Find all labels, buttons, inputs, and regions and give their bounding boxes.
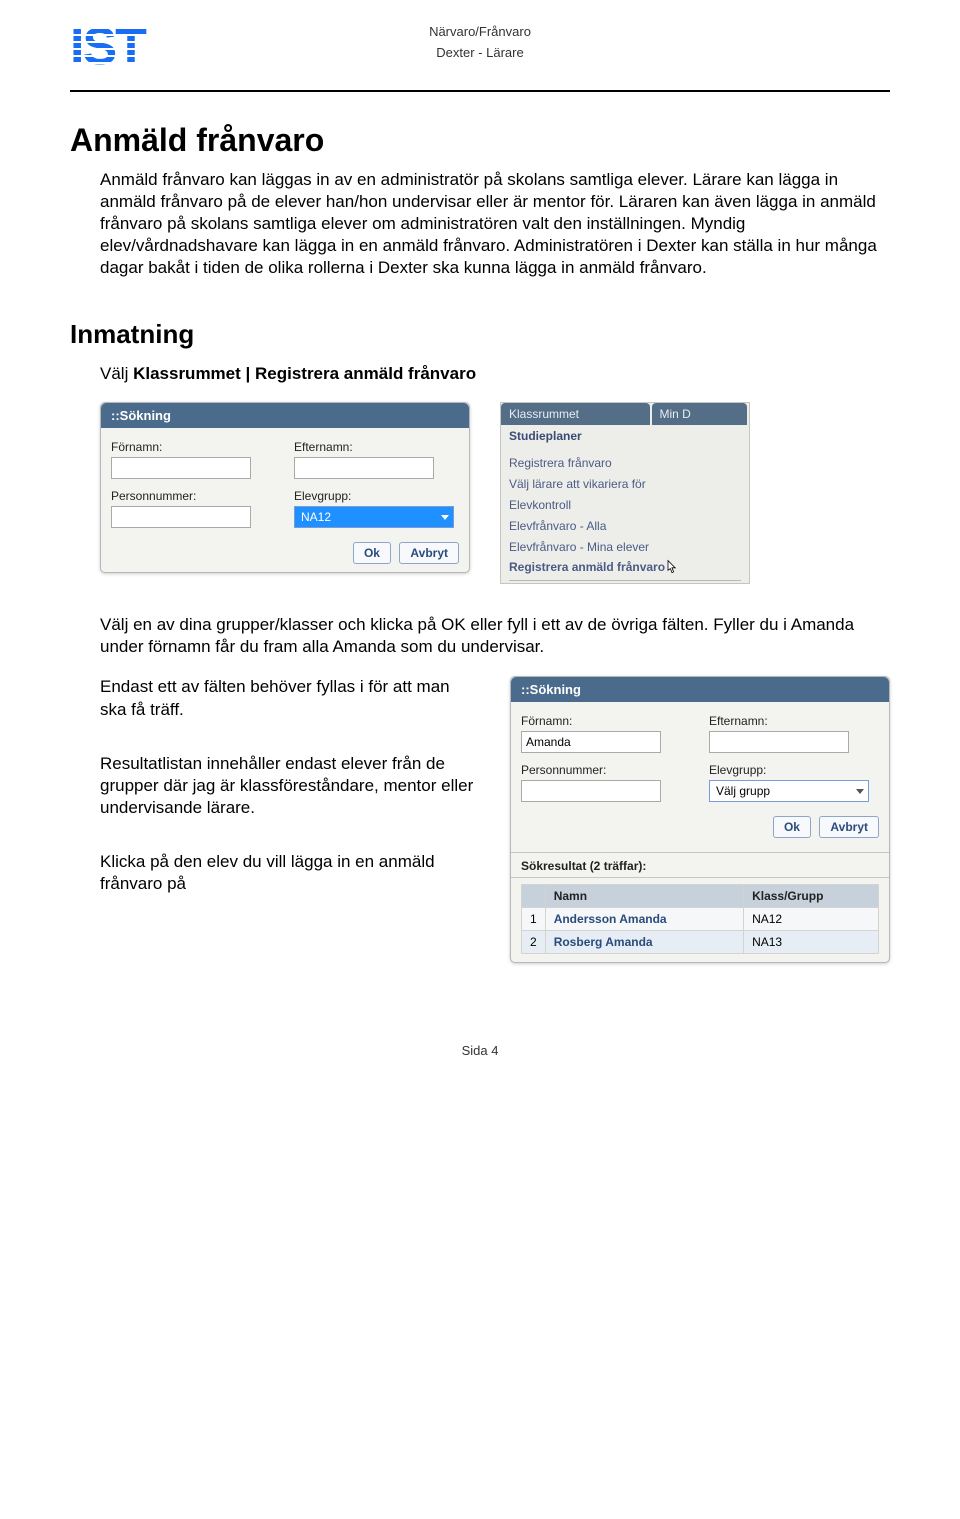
main-heading: Anmäld frånvaro <box>70 122 890 159</box>
ok-button[interactable]: Ok <box>353 542 391 564</box>
efternamn-input-2[interactable] <box>709 731 849 753</box>
menu-link-label: Registrera anmäld frånvaro <box>509 560 665 574</box>
search-panel-title: ::Sökning <box>101 403 469 428</box>
results-header: Sökresultat (2 träffar): <box>511 852 889 878</box>
inmatning-instruction: Välj Klassrummet | Registrera anmäld frå… <box>70 364 890 384</box>
result-link[interactable]: Andersson Amanda <box>554 912 667 926</box>
col-namn: Namn <box>545 885 743 908</box>
menu-link-elevkontroll[interactable]: Elevkontroll <box>501 495 749 516</box>
elevgrupp-value-2: Välj grupp <box>716 784 770 798</box>
table-row: 1 Andersson Amanda NA12 <box>522 908 879 931</box>
fornamn-label-2: Förnamn: <box>521 714 691 728</box>
chevron-down-icon <box>441 515 449 520</box>
personnummer-label: Personnummer: <box>111 489 276 503</box>
fornamn-input-2[interactable] <box>521 731 661 753</box>
efternamn-label-2: Efternamn: <box>709 714 879 728</box>
pointer-cursor-icon <box>664 559 680 575</box>
klassrummet-menu: Klassrummet Min D Studieplaner Registrer… <box>500 402 750 584</box>
menu-group-studieplaner[interactable]: Studieplaner <box>501 425 749 453</box>
lower-left-column: Endast ett av fälten behöver fyllas i fö… <box>100 676 480 963</box>
header-title-1: Närvaro/Frånvaro <box>70 24 890 39</box>
personnummer-input-2[interactable] <box>521 780 661 802</box>
tab-min-d[interactable]: Min D <box>652 403 748 425</box>
menu-link-registrera-anmald[interactable]: Registrera anmäld frånvaro <box>501 557 749 578</box>
instr-prefix: Välj <box>100 364 133 383</box>
fornamn-input[interactable] <box>111 457 251 479</box>
inmatning-heading: Inmatning <box>70 319 890 350</box>
lower-para-1: Endast ett av fälten behöver fyllas i fö… <box>100 676 480 720</box>
lower-para-3: Klicka på den elev du vill lägga in en a… <box>100 851 480 895</box>
tab-klassrummet[interactable]: Klassrummet <box>501 403 650 425</box>
page-footer: Sida 4 <box>70 1043 890 1058</box>
elevgrupp-select-2[interactable]: Välj grupp <box>709 780 869 802</box>
efternamn-label: Efternamn: <box>294 440 459 454</box>
personnummer-label-2: Personnummer: <box>521 763 691 777</box>
search-panel-1: ::Sökning Förnamn: Efternamn: Personnumm… <box>100 402 470 573</box>
main-paragraph: Anmäld frånvaro kan läggas in av en admi… <box>70 169 890 279</box>
header-divider <box>70 90 890 92</box>
table-row: 2 Rosberg Amanda NA13 <box>522 931 879 954</box>
col-idx <box>522 885 546 908</box>
lower-para-2: Resultatlistan innehåller endast elever … <box>100 753 480 819</box>
instr-bold: Klassrummet | Registrera anmäld frånvaro <box>133 364 476 383</box>
menu-link-elevfranvaro-alla[interactable]: Elevfrånvaro - Alla <box>501 516 749 537</box>
menu-link-registrera-franvaro[interactable]: Registrera frånvaro <box>501 453 749 474</box>
menu-link-elevfranvaro-mina[interactable]: Elevfrånvaro - Mina elever <box>501 537 749 558</box>
menu-divider <box>509 580 741 581</box>
elevgrupp-label-2: Elevgrupp: <box>709 763 879 777</box>
avbryt-button[interactable]: Avbryt <box>399 542 459 564</box>
ok-button-2[interactable]: Ok <box>773 816 811 838</box>
page-header: IST Närvaro/Frånvaro Dexter - Lärare <box>70 20 890 80</box>
row-klass: NA12 <box>744 908 879 931</box>
row-klass: NA13 <box>744 931 879 954</box>
row-idx: 2 <box>522 931 546 954</box>
search-panel-2: ::Sökning Förnamn: Efternamn: Personnumm… <box>510 676 890 963</box>
elevgrupp-label: Elevgrupp: <box>294 489 459 503</box>
fornamn-label: Förnamn: <box>111 440 276 454</box>
header-title-2: Dexter - Lärare <box>70 45 890 60</box>
efternamn-input[interactable] <box>294 457 434 479</box>
menu-link-vikariera[interactable]: Välj lärare att vikariera för <box>501 474 749 495</box>
personnummer-input[interactable] <box>111 506 251 528</box>
search-panel2-title: ::Sökning <box>511 677 889 702</box>
row-idx: 1 <box>522 908 546 931</box>
avbryt-button-2[interactable]: Avbryt <box>819 816 879 838</box>
results-table: Namn Klass/Grupp 1 Andersson Amanda NA12… <box>521 884 879 954</box>
col-klass: Klass/Grupp <box>744 885 879 908</box>
chevron-down-icon <box>856 789 864 794</box>
elevgrupp-value: NA12 <box>301 510 331 524</box>
elevgrupp-select[interactable]: NA12 <box>294 506 454 528</box>
post-search-text: Välj en av dina grupper/klasser och klic… <box>70 614 890 658</box>
result-link[interactable]: Rosberg Amanda <box>554 935 653 949</box>
